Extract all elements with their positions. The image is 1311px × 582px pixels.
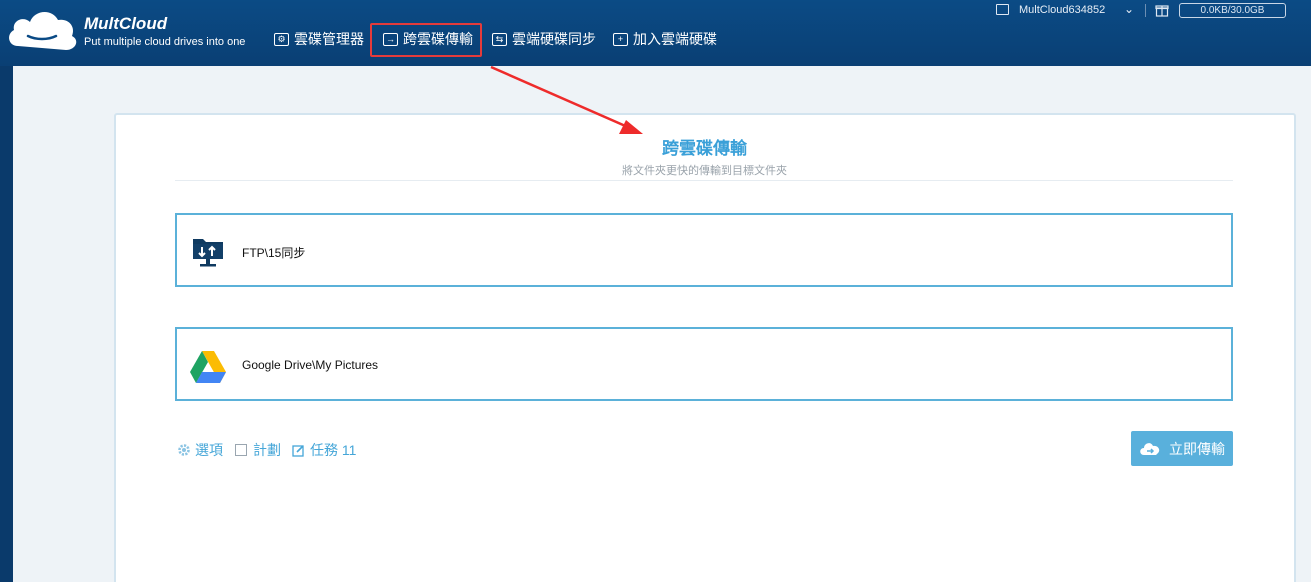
storage-quota[interactable]: 0.0KB/30.0GB xyxy=(1179,3,1286,18)
cloud-transfer-icon xyxy=(1140,443,1160,455)
task-name[interactable]: 任務 11 xyxy=(292,440,356,460)
top-bar: MultCloud Put multiple cloud drives into… xyxy=(0,0,1311,66)
nav-label: 雲碟管理器 xyxy=(294,31,364,47)
page-subtitle: 將文件夾更快的傳輸到目標文件夾 xyxy=(622,165,787,177)
source-path: FTP\15同步 xyxy=(242,246,306,260)
nav-add-cloud[interactable]: + 加入雲端硬碟 xyxy=(613,27,717,51)
chart-icon xyxy=(996,4,1009,15)
schedule-toggle[interactable]: 計劃 xyxy=(235,440,281,460)
nav-label: 加入雲端硬碟 xyxy=(633,31,717,47)
username[interactable]: MultCloud634852 xyxy=(1019,4,1105,16)
chevron-down-icon[interactable]: ⌄ xyxy=(1124,2,1134,16)
target-path: Google Drive\My Pictures xyxy=(242,358,379,372)
ftp-folder-icon xyxy=(193,239,223,267)
edit-icon xyxy=(292,444,304,457)
sync-box-icon: ⇆ xyxy=(492,32,507,46)
active-nav-highlight xyxy=(370,23,482,57)
task-label: 任務 11 xyxy=(310,442,357,458)
gear-icon xyxy=(178,444,190,456)
target-selector[interactable]: Google Drive\My Pictures xyxy=(175,327,1233,401)
page-title: 跨雲碟傳輸 xyxy=(662,139,747,158)
brand-name[interactable]: MultCloud xyxy=(84,14,167,34)
gear-box-icon: ⚙ xyxy=(274,32,289,46)
divider xyxy=(1145,4,1146,17)
gift-icon[interactable] xyxy=(1155,3,1169,17)
nav-cloud-sync[interactable]: ⇆ 雲端硬碟同步 xyxy=(492,27,596,51)
transfer-now-label: 立即傳輸 xyxy=(1169,440,1225,457)
brand-slogan: Put multiple cloud drives into one xyxy=(84,36,246,48)
schedule-label: 計劃 xyxy=(253,442,281,458)
source-selector[interactable]: FTP\15同步 xyxy=(175,213,1233,287)
nav-cloud-manager[interactable]: ⚙ 雲碟管理器 xyxy=(274,27,364,51)
options-button[interactable]: 選項 xyxy=(177,440,223,460)
divider xyxy=(175,180,1233,181)
schedule-checkbox[interactable] xyxy=(235,444,247,456)
transfer-now-button[interactable]: 立即傳輸 xyxy=(1131,431,1233,466)
plus-box-icon: + xyxy=(613,32,628,46)
multcloud-logo-icon[interactable] xyxy=(4,4,80,54)
nav-label: 雲端硬碟同步 xyxy=(512,31,596,47)
options-label: 選項 xyxy=(195,442,223,458)
google-drive-icon xyxy=(190,351,226,383)
